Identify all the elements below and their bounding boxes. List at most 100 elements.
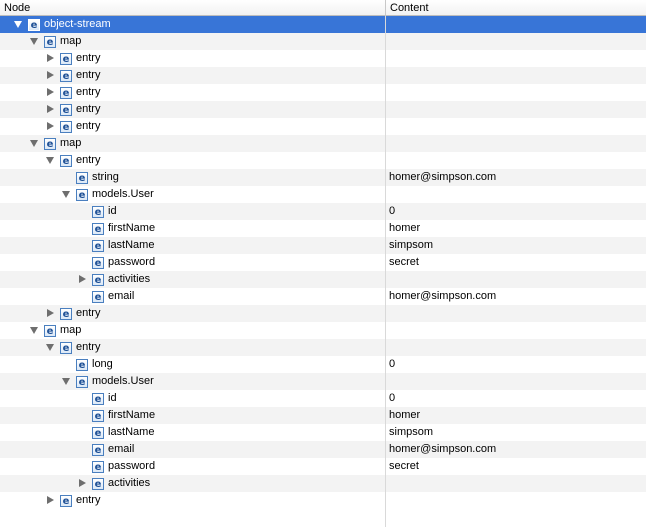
node-label: entry <box>76 154 101 166</box>
disclosure-open-icon[interactable] <box>45 155 56 166</box>
tree-row[interactable]: e email homer@simpson.com <box>0 288 646 305</box>
element-icon: e <box>44 137 56 150</box>
tree-row[interactable]: e map <box>0 135 646 152</box>
element-icon: e <box>92 273 104 286</box>
disclosure-closed-icon[interactable] <box>45 308 56 319</box>
tree-row[interactable]: e map <box>0 33 646 50</box>
element-icon: e <box>76 375 88 388</box>
tree-row[interactable]: e id 0 <box>0 203 646 220</box>
tree-row[interactable]: e map <box>0 322 646 339</box>
disclosure-closed-icon[interactable] <box>45 495 56 506</box>
disclosure-open-icon[interactable] <box>61 189 72 200</box>
tree-row[interactable]: e lastName simpsom <box>0 424 646 441</box>
disclosure-closed-icon[interactable] <box>45 121 56 132</box>
tree-row[interactable]: e firstName homer <box>0 220 646 237</box>
element-icon: e <box>92 290 104 303</box>
tree-row[interactable]: e models.User <box>0 186 646 203</box>
node-label: long <box>92 358 113 370</box>
node-content: homer <box>389 409 421 421</box>
node-label: entry <box>76 341 101 353</box>
tree-row[interactable]: e object-stream <box>0 16 646 33</box>
element-icon: e <box>92 443 104 456</box>
tree-row[interactable]: e entry <box>0 118 646 135</box>
tree-node: e entry <box>45 101 100 118</box>
tree-row[interactable]: e id 0 <box>0 390 646 407</box>
tree-node: e lastName <box>77 424 154 441</box>
tree-row[interactable]: e entry <box>0 67 646 84</box>
tree-row[interactable]: e entry <box>0 152 646 169</box>
tree-row[interactable]: e string homer@simpson.com <box>0 169 646 186</box>
tree-row[interactable]: e activities <box>0 271 646 288</box>
xml-tree-outline: Node Content e object-stream e map e entry e en… <box>0 0 646 527</box>
tree-node: e entry <box>45 118 100 135</box>
tree-node: e id <box>77 203 117 220</box>
element-icon: e <box>92 222 104 235</box>
disclosure-open-icon[interactable] <box>29 325 40 336</box>
element-icon: e <box>92 256 104 269</box>
node-label: entry <box>76 494 101 506</box>
tree-row[interactable]: e activities <box>0 475 646 492</box>
disclosure-closed-icon[interactable] <box>77 274 88 285</box>
element-icon: e <box>60 86 72 99</box>
tree-row[interactable]: e entry <box>0 84 646 101</box>
disclosure-closed-icon[interactable] <box>45 70 56 81</box>
element-icon: e <box>28 18 40 31</box>
node-content: 0 <box>389 358 396 370</box>
disclosure-closed-icon[interactable] <box>45 104 56 115</box>
disclosure-open-icon[interactable] <box>29 36 40 47</box>
node-label: activities <box>108 273 151 285</box>
tree-row[interactable]: e entry <box>0 492 646 509</box>
tree-node: e long <box>61 356 113 373</box>
tree-node: e id <box>77 390 117 407</box>
column-divider[interactable] <box>385 16 386 527</box>
disclosure-open-icon[interactable] <box>13 19 24 30</box>
tree-row[interactable]: e entry <box>0 339 646 356</box>
tree-row[interactable]: e password secret <box>0 458 646 475</box>
node-label: entry <box>76 307 101 319</box>
node-content: homer <box>389 222 421 234</box>
tree-row[interactable]: e email homer@simpson.com <box>0 441 646 458</box>
tree-node: e map <box>29 33 81 50</box>
content-column-header[interactable]: Content <box>385 0 646 16</box>
disclosure-closed-icon[interactable] <box>45 53 56 64</box>
tree-row[interactable]: e entry <box>0 305 646 322</box>
node-label: password <box>108 256 156 268</box>
node-label: entry <box>76 52 101 64</box>
element-icon: e <box>60 494 72 507</box>
tree-row[interactable]: e entry <box>0 50 646 67</box>
node-label: entry <box>76 86 101 98</box>
tree-row[interactable]: e firstName homer <box>0 407 646 424</box>
node-column-header[interactable]: Node <box>0 0 385 16</box>
element-icon: e <box>92 460 104 473</box>
node-label: password <box>108 460 156 472</box>
tree-row[interactable]: e long 0 <box>0 356 646 373</box>
tree-node: e map <box>29 135 81 152</box>
tree-row[interactable]: e lastName simpsom <box>0 237 646 254</box>
disclosure-closed-icon[interactable] <box>77 478 88 489</box>
element-icon: e <box>76 358 88 371</box>
tree-row[interactable]: e entry <box>0 101 646 118</box>
node-label: map <box>60 324 82 336</box>
node-label: entry <box>76 103 101 115</box>
disclosure-open-icon[interactable] <box>61 376 72 387</box>
disclosure-open-icon[interactable] <box>45 342 56 353</box>
node-label: firstName <box>108 222 156 234</box>
disclosure-open-icon[interactable] <box>29 138 40 149</box>
tree-row[interactable]: e password secret <box>0 254 646 271</box>
node-label: lastName <box>108 239 155 251</box>
tree-row[interactable]: e models.User <box>0 373 646 390</box>
node-label: id <box>108 392 117 404</box>
element-icon: e <box>92 409 104 422</box>
element-icon: e <box>60 154 72 167</box>
node-content: simpsom <box>389 239 434 251</box>
node-label: object-stream <box>44 18 111 30</box>
element-icon: e <box>60 69 72 82</box>
tree-node: e password <box>77 458 155 475</box>
node-label: map <box>60 137 82 149</box>
tree-node: e entry <box>45 84 100 101</box>
node-label: id <box>108 205 117 217</box>
element-icon: e <box>76 188 88 201</box>
node-label: entry <box>76 120 101 132</box>
tree-node: e firstName <box>77 220 155 237</box>
disclosure-closed-icon[interactable] <box>45 87 56 98</box>
